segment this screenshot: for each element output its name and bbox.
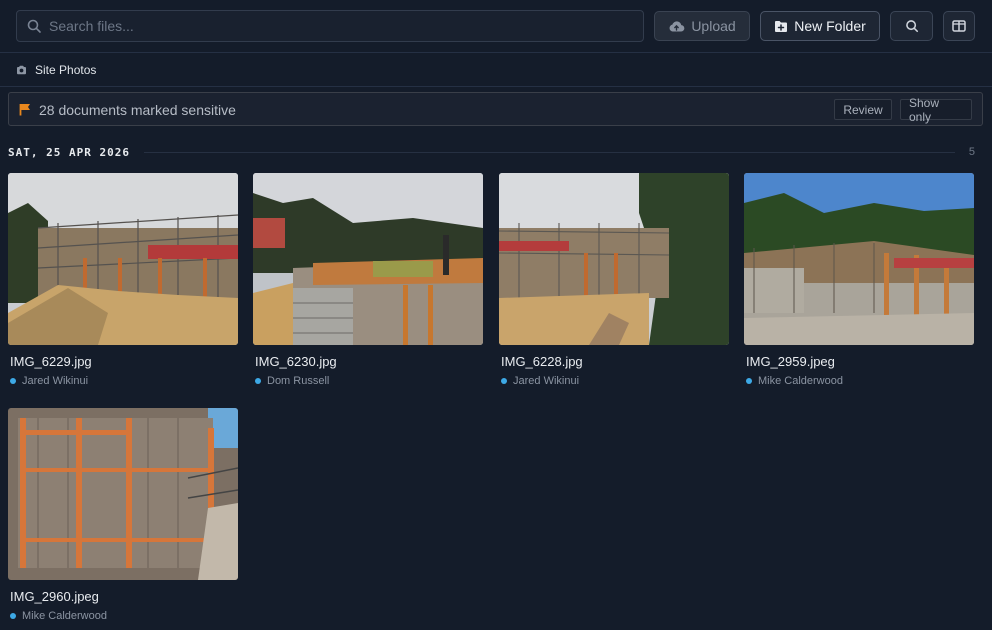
top-toolbar: Upload New Folder [0, 0, 992, 53]
file-owner: Jared Wikinui [10, 375, 238, 387]
flag-icon [19, 104, 30, 116]
photo-thumbnail[interactable] [8, 408, 238, 580]
new-folder-button[interactable]: New Folder [760, 11, 880, 41]
search-button[interactable] [890, 11, 933, 41]
upload-button[interactable]: Upload [654, 11, 750, 41]
file-owner: Mike Calderwood [10, 610, 238, 622]
owner-name: Jared Wikinui [22, 375, 89, 387]
file-name[interactable]: IMG_2960.jpeg [10, 589, 238, 604]
photo-thumbnail[interactable] [744, 173, 974, 345]
sensitive-count-text: 28 documents marked sensitive [39, 102, 236, 118]
breadcrumb: Site Photos [0, 53, 992, 87]
date-group-header: SAT, 25 APR 2026 5 [8, 145, 975, 159]
owner-name: Mike Calderwood [22, 610, 107, 622]
review-button[interactable]: Review [834, 99, 892, 120]
owner-name: Dom Russell [267, 375, 330, 387]
search-icon [27, 19, 41, 33]
file-card[interactable]: IMG_2960.jpeg Mike Calderwood [8, 408, 238, 622]
cloud-upload-icon [669, 21, 685, 32]
file-name[interactable]: IMG_2959.jpeg [746, 354, 974, 369]
file-owner: Jared Wikinui [501, 375, 729, 387]
owner-name: Jared Wikinui [513, 375, 580, 387]
photo-thumbnail[interactable] [8, 173, 238, 345]
file-owner: Dom Russell [255, 375, 483, 387]
group-count: 5 [968, 146, 975, 158]
file-name[interactable]: IMG_6230.jpg [255, 354, 483, 369]
show-only-button[interactable]: Show only [900, 96, 972, 124]
file-card[interactable]: IMG_6228.jpg Jared Wikinui [499, 173, 729, 387]
file-owner: Mike Calderwood [746, 375, 974, 387]
divider [143, 151, 955, 153]
upload-label: Upload [691, 18, 736, 34]
owner-status-dot [10, 378, 16, 384]
photo-thumbnail[interactable] [499, 173, 729, 345]
search-input[interactable] [49, 11, 639, 41]
breadcrumb-folder[interactable]: Site Photos [35, 63, 96, 77]
folder-plus-icon [775, 20, 788, 32]
owner-name: Mike Calderwood [758, 375, 843, 387]
new-folder-label: New Folder [794, 18, 866, 34]
date-label: SAT, 25 APR 2026 [8, 145, 130, 159]
file-name[interactable]: IMG_6228.jpg [501, 354, 729, 369]
file-card[interactable]: IMG_6230.jpg Dom Russell [253, 173, 483, 387]
photo-thumbnail[interactable] [253, 173, 483, 345]
layout-toggle-button[interactable] [943, 11, 975, 41]
owner-status-dot [746, 378, 752, 384]
file-card[interactable]: IMG_2959.jpeg Mike Calderwood [744, 173, 974, 387]
owner-status-dot [255, 378, 261, 384]
file-card[interactable]: IMG_6229.jpg Jared Wikinui [8, 173, 238, 387]
search-box[interactable] [16, 10, 644, 42]
owner-status-dot [10, 613, 16, 619]
file-name[interactable]: IMG_6229.jpg [10, 354, 238, 369]
sensitive-banner: 28 documents marked sensitive Review Sho… [8, 92, 983, 126]
split-panel-icon [952, 20, 966, 32]
camera-icon [17, 65, 26, 74]
search-icon [905, 20, 918, 33]
owner-status-dot [501, 378, 507, 384]
